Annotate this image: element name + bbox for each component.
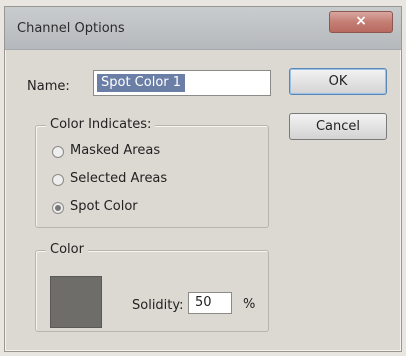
solidity-unit: %	[243, 297, 256, 312]
ok-button[interactable]: OK	[289, 68, 387, 95]
solidity-label: Solidity:	[132, 298, 184, 313]
color-group: Color Solidity: 50 %	[35, 242, 269, 332]
title-bar[interactable]: Channel Options ×	[5, 7, 401, 50]
color-indicates-legend: Color Indicates:	[46, 117, 156, 132]
window-title: Channel Options	[17, 21, 125, 36]
radio-label: Spot Color	[70, 199, 138, 214]
color-swatch[interactable]	[50, 276, 102, 328]
radio-button-checked[interactable]	[52, 202, 64, 214]
cancel-button[interactable]: Cancel	[289, 113, 387, 140]
radio-button[interactable]	[52, 146, 64, 158]
radio-label: Selected Areas	[70, 171, 168, 186]
color-legend: Color	[46, 242, 88, 257]
color-indicates-group: Color Indicates: Masked Areas Selected A…	[35, 117, 269, 228]
name-label: Name:	[27, 79, 70, 94]
close-button[interactable]: ×	[329, 11, 393, 33]
radio-button[interactable]	[52, 174, 64, 186]
radio-label: Masked Areas	[70, 143, 161, 158]
solidity-input[interactable]: 50	[188, 292, 232, 314]
channel-options-dialog: Channel Options × Name: Spot Color 1 OK …	[4, 6, 402, 352]
close-icon: ×	[355, 13, 367, 29]
name-input[interactable]: Spot Color 1	[93, 70, 271, 96]
name-input-value: Spot Color 1	[97, 74, 186, 92]
